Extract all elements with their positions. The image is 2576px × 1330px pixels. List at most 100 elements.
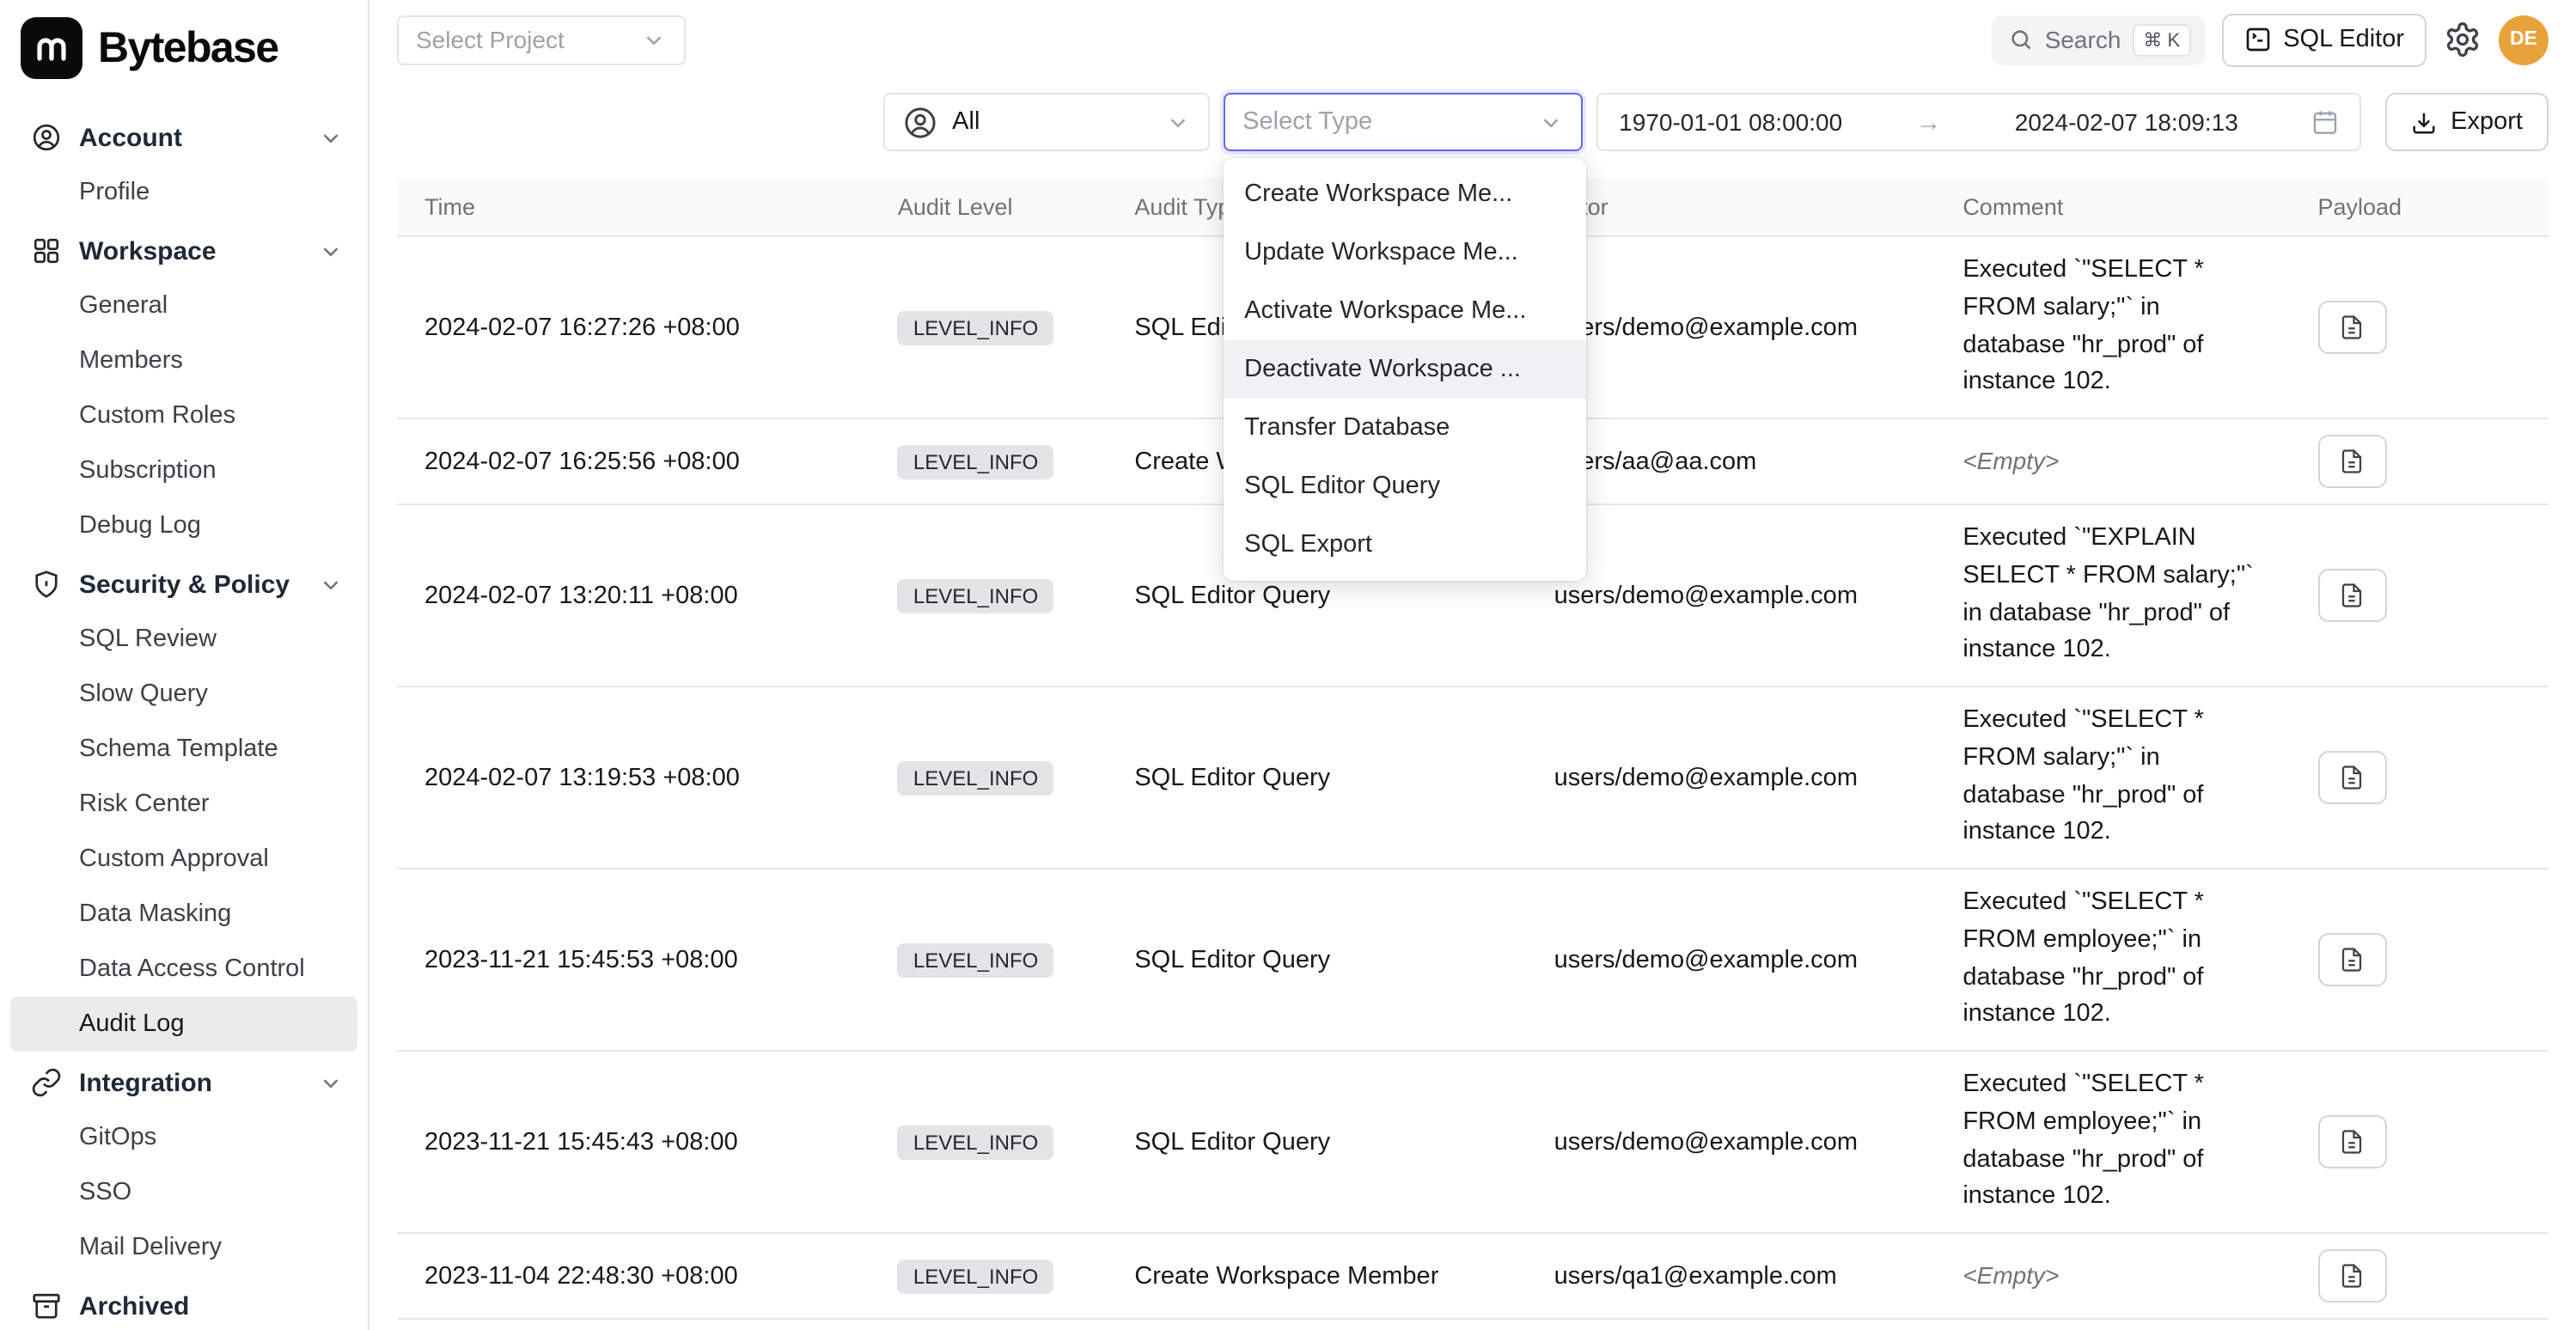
- content-area: All Select Type Create Workspace Me... U…: [369, 72, 2576, 1330]
- avatar[interactable]: DE: [2499, 15, 2549, 64]
- cell-time: 2024-02-07 13:19:53 +08:00: [397, 686, 870, 869]
- sidebar-section-integration[interactable]: Integration: [0, 1055, 368, 1110]
- payload-button[interactable]: [2317, 569, 2386, 622]
- search-label: Search: [2045, 26, 2121, 53]
- filter-bar: All Select Type Create Workspace Me... U…: [397, 93, 2549, 151]
- sidebar-item-subscription[interactable]: Subscription: [0, 443, 368, 498]
- actor-scope-select[interactable]: All: [883, 93, 1210, 151]
- sql-editor-button[interactable]: SQL Editor: [2221, 13, 2426, 66]
- topbar-right: Search ⌘ K SQL Editor DE: [1992, 13, 2549, 66]
- audit-type-select[interactable]: Select Type Create Workspace Me... Updat…: [1224, 93, 1583, 151]
- cell-actor: users/demo@example.com: [1527, 869, 1936, 1051]
- sidebar-item-audit-log[interactable]: Audit Log: [10, 997, 357, 1052]
- level-badge: LEVEL_INFO: [898, 1259, 1053, 1293]
- sidebar-item-risk-center[interactable]: Risk Center: [0, 777, 368, 832]
- sidebar-item-custom-roles[interactable]: Custom Roles: [0, 388, 368, 443]
- app-root: Bytebase Account Profile Workspace: [0, 0, 2576, 1330]
- date-range-picker[interactable]: 1970-01-01 08:00:00 → 2024-02-07 18:09:1…: [1596, 93, 2361, 151]
- sidebar-nav: Account Profile Workspace General Member…: [0, 96, 368, 1330]
- level-badge: LEVEL_INFO: [898, 1125, 1053, 1159]
- sidebar-item-general[interactable]: General: [0, 278, 368, 333]
- brand-logo[interactable]: Bytebase: [0, 0, 368, 96]
- level-badge: LEVEL_INFO: [898, 310, 1053, 345]
- sidebar-item-schema-template[interactable]: Schema Template: [0, 722, 368, 777]
- cell-time: 2023-11-04 21:26:24 +08:00: [397, 1319, 870, 1330]
- payload-button[interactable]: [2317, 301, 2386, 354]
- brand-name: Bytebase: [98, 23, 278, 73]
- project-select-placeholder: Select Project: [416, 26, 631, 53]
- level-badge: LEVEL_INFO: [898, 943, 1053, 977]
- sidebar-item-members[interactable]: Members: [0, 333, 368, 388]
- gear-icon[interactable]: [2444, 21, 2481, 58]
- sidebar-item-slow-query[interactable]: Slow Query: [0, 667, 368, 722]
- export-button[interactable]: Export: [2385, 93, 2549, 151]
- search-icon: [2009, 27, 2033, 52]
- project-select[interactable]: Select Project: [397, 15, 686, 64]
- section-label: Integration: [79, 1068, 301, 1097]
- col-payload: Payload: [2290, 179, 2549, 236]
- cell-time: 2024-02-07 16:27:26 +08:00: [397, 236, 870, 418]
- sidebar-section-account[interactable]: Account: [0, 110, 368, 165]
- audit-type-dropdown: Create Workspace Me... Update Workspace …: [1224, 158, 1586, 581]
- section-label: Account: [79, 123, 301, 152]
- type-option[interactable]: Activate Workspace Me...: [1224, 282, 1586, 340]
- cell-comment: Executed `"SELECT * FROM employee;"` in …: [1935, 1051, 2290, 1233]
- type-option[interactable]: Create Workspace Me...: [1224, 165, 1586, 223]
- level-badge: LEVEL_INFO: [898, 578, 1053, 613]
- cell-audit-type: SQL Editor Query: [1107, 686, 1526, 869]
- sidebar-item-sso[interactable]: SSO: [0, 1165, 368, 1220]
- link-icon: [31, 1067, 62, 1098]
- payload-button[interactable]: [2317, 1115, 2386, 1168]
- account-icon: [31, 122, 62, 153]
- sidebar-item-custom-approval[interactable]: Custom Approval: [0, 832, 368, 887]
- cell-payload: [2290, 1233, 2549, 1319]
- type-option[interactable]: Update Workspace Me...: [1224, 223, 1586, 282]
- sidebar-section-security-policy[interactable]: Security & Policy: [0, 557, 368, 612]
- sidebar-item-mail-delivery[interactable]: Mail Delivery: [0, 1220, 368, 1275]
- payload-button[interactable]: [2317, 933, 2386, 986]
- sidebar-item-data-masking[interactable]: Data Masking: [0, 887, 368, 942]
- payload-button[interactable]: [2317, 1249, 2386, 1303]
- cell-payload: [2290, 236, 2549, 418]
- type-option[interactable]: Transfer Database: [1224, 399, 1586, 457]
- sidebar-item-debug-log[interactable]: Debug Log: [0, 498, 368, 553]
- date-to: 2024-02-07 18:09:13: [2015, 108, 2238, 136]
- cell-audit-type: SQL Editor Query: [1107, 1319, 1526, 1330]
- sql-editor-label: SQL Editor: [2283, 26, 2404, 53]
- payload-button[interactable]: [2317, 435, 2386, 488]
- cell-comment: <Empty>: [1935, 1233, 2290, 1319]
- sidebar-section-workspace[interactable]: Workspace: [0, 223, 368, 278]
- chevron-down-icon: [318, 1070, 344, 1095]
- chevron-down-icon: [318, 125, 344, 150]
- audit-type-placeholder: Select Type: [1242, 108, 1372, 136]
- sidebar-section-archived[interactable]: Archived: [0, 1278, 368, 1330]
- search-input[interactable]: Search ⌘ K: [1992, 15, 2205, 64]
- type-option[interactable]: SQL Editor Query: [1224, 457, 1586, 516]
- cell-comment: Executed `"SELECT * FROM department;"` i…: [1935, 1319, 2290, 1330]
- workspace-icon: [31, 235, 62, 266]
- actor-scope-value: All: [952, 108, 980, 136]
- table-row: 2024-02-07 13:19:53 +08:00 LEVEL_INFO SQ…: [397, 686, 2549, 869]
- payload-button[interactable]: [2317, 751, 2386, 804]
- shield-icon: [31, 569, 62, 600]
- sidebar-item-data-access-control[interactable]: Data Access Control: [0, 942, 368, 997]
- user-circle-icon: [902, 104, 938, 140]
- sidebar-item-profile[interactable]: Profile: [0, 165, 368, 220]
- cell-time: 2024-02-07 16:25:56 +08:00: [397, 418, 870, 504]
- cell-audit-level: LEVEL_INFO: [870, 418, 1107, 504]
- terminal-icon: [2243, 26, 2271, 53]
- sidebar-item-sql-review[interactable]: SQL Review: [0, 612, 368, 667]
- chevron-down-icon: [1165, 109, 1191, 135]
- cell-actor: users/demo@example.com: [1527, 686, 1936, 869]
- cell-payload: [2290, 1319, 2549, 1330]
- cell-payload: [2290, 1051, 2549, 1233]
- cell-comment: Executed `"SELECT * FROM salary;"` in da…: [1935, 236, 2290, 418]
- cell-comment: <Empty>: [1935, 418, 2290, 504]
- type-option-highlighted[interactable]: Deactivate Workspace ...: [1224, 340, 1586, 399]
- chevron-down-icon: [1538, 109, 1564, 135]
- col-audit-level: Audit Level: [870, 179, 1107, 236]
- type-option[interactable]: SQL Export: [1224, 516, 1586, 574]
- cell-time: 2024-02-07 13:20:11 +08:00: [397, 504, 870, 686]
- sidebar-item-gitops[interactable]: GitOps: [0, 1110, 368, 1165]
- cell-actor: users/demo@example.com: [1527, 1051, 1936, 1233]
